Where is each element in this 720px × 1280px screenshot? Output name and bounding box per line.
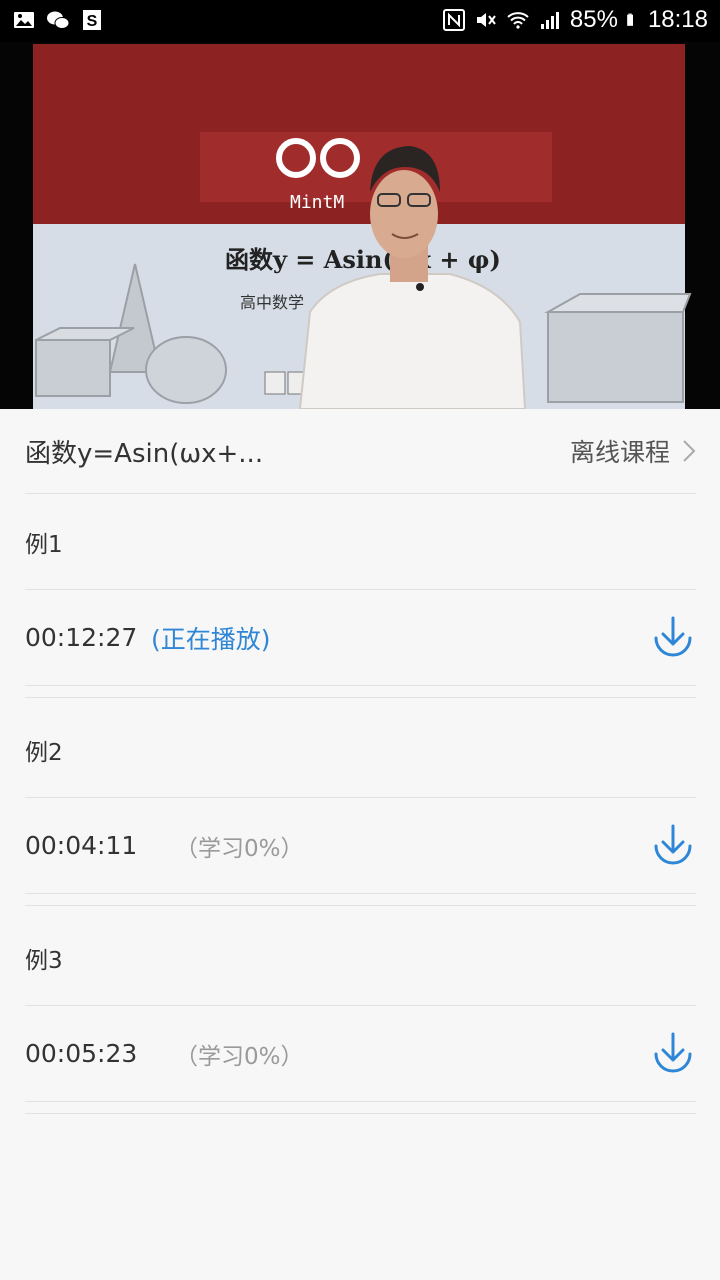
download-icon[interactable]: [650, 1030, 696, 1076]
section-label: 例1: [25, 531, 63, 558]
offline-course-link[interactable]: 离线课程: [570, 433, 696, 469]
download-icon[interactable]: [650, 614, 696, 660]
nfc-icon: [442, 9, 465, 31]
video-player[interactable]: MintM 函数y = Asin(ωx + φ) 高中数学: [0, 42, 720, 409]
chevron-right-icon: [683, 440, 696, 462]
slide-subtitle: 高中数学: [240, 293, 304, 312]
clock: 18:18: [647, 6, 708, 33]
wechat-icon: [47, 11, 70, 29]
course-header: 函数y=Asin(ωx+... 离线课程: [25, 409, 696, 494]
section-header: 例3: [25, 910, 696, 1006]
offline-course-label: 离线课程: [569, 438, 670, 467]
svg-text:S: S: [87, 13, 98, 30]
lesson-item[interactable]: 00:05:23 （学习0%）: [25, 1006, 696, 1102]
battery-percent: 85%: [569, 6, 618, 33]
battery-icon: [627, 13, 633, 26]
lesson-item[interactable]: 00:12:27 (正在播放): [25, 590, 696, 686]
slide-title: 函数y = Asin(ωx + φ): [225, 245, 501, 274]
video-frame: MintM 函数y = Asin(ωx + φ) 高中数学: [0, 42, 720, 409]
course-title: 函数y=Asin(ωx+...: [25, 438, 264, 469]
section-header: 例1: [25, 494, 696, 590]
logo-text: MintM: [290, 192, 344, 213]
gallery-icon: [14, 12, 34, 28]
wifi-icon: [507, 12, 529, 29]
lesson-status: (正在播放): [151, 624, 271, 654]
status-bar: S 85% 18:18: [0, 0, 720, 42]
lesson-item[interactable]: 00:04:11 （学习0%）: [25, 798, 696, 894]
section-label: 例2: [25, 739, 63, 766]
lesson-list: 函数y=Asin(ωx+... 离线课程 例1 00:12:27 (正在播放) …: [0, 409, 720, 1280]
lesson-duration: 00:05:23: [25, 1039, 138, 1068]
mute-icon: [476, 13, 496, 27]
lesson-duration: 00:04:11: [25, 831, 138, 860]
divider: [25, 697, 696, 698]
lesson-status: （学习0%）: [175, 1043, 304, 1070]
lesson-status: （学习0%）: [175, 835, 304, 862]
section-label: 例3: [25, 947, 63, 974]
divider: [25, 1113, 696, 1114]
lesson-duration: 00:12:27: [25, 623, 138, 652]
signal-icon: [540, 12, 559, 29]
app-s-icon: S: [83, 10, 101, 30]
divider: [25, 905, 696, 906]
section-header: 例2: [25, 702, 696, 798]
download-icon[interactable]: [650, 822, 696, 868]
